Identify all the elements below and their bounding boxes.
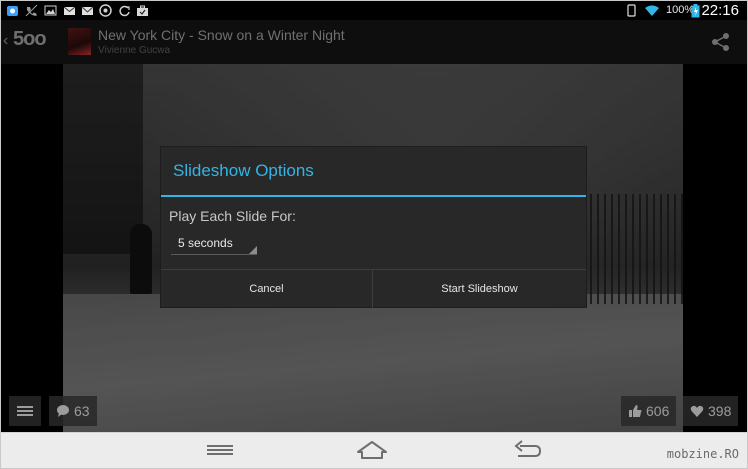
phone-icon (25, 4, 38, 17)
dialog-button-bar: Cancel Start Slideshow (161, 269, 586, 308)
home-icon[interactable] (356, 438, 388, 462)
dropdown-arrow-icon (249, 246, 257, 254)
battery-icon (691, 4, 700, 18)
menu-button[interactable] (9, 396, 41, 426)
chrome-icon (99, 4, 112, 17)
tablet-icon (625, 4, 638, 17)
slide-duration-label: Play Each Slide For: (169, 208, 296, 224)
comments-count: 63 (74, 403, 90, 419)
dialog-title-divider (161, 195, 586, 197)
wifi-icon (644, 4, 660, 17)
slide-duration-value: 5 seconds (178, 236, 233, 250)
app-icon (6, 4, 19, 17)
heart-icon (690, 405, 704, 417)
thumbs-up-icon (629, 405, 642, 417)
battery-percent: 100% (666, 4, 695, 16)
status-bar: 100% 22:16 (1, 1, 747, 20)
back-icon[interactable] (511, 438, 543, 462)
menu-icon (17, 406, 33, 416)
like-button[interactable]: 606 (621, 396, 677, 426)
cancel-button[interactable]: Cancel (161, 270, 372, 308)
gmail-icon (81, 4, 94, 17)
navigation-bar: mobzine.RO (1, 432, 747, 468)
slide-duration-spinner[interactable]: 5 seconds (171, 234, 257, 255)
dialog-title: Slideshow Options (173, 161, 314, 180)
comment-icon (57, 405, 69, 417)
favorites-count: 398 (708, 403, 732, 419)
menu-nav-icon[interactable] (204, 438, 236, 462)
likes-count: 606 (646, 403, 670, 419)
favorite-button[interactable]: 398 (683, 396, 739, 426)
screen: 100% 22:16 ‹ 5oo New York City - Snow on… (0, 0, 748, 469)
image-icon (44, 4, 57, 17)
briefcase-icon (136, 4, 149, 17)
clock: 22:16 (701, 2, 739, 19)
start-slideshow-button[interactable]: Start Slideshow (373, 270, 586, 308)
slideshow-options-dialog: Slideshow Options Play Each Slide For: 5… (161, 147, 586, 308)
mail-icon (63, 4, 76, 17)
refresh-icon (118, 4, 131, 17)
watermark: mobzine.RO (666, 447, 739, 461)
comments-button[interactable]: 63 (49, 396, 97, 426)
